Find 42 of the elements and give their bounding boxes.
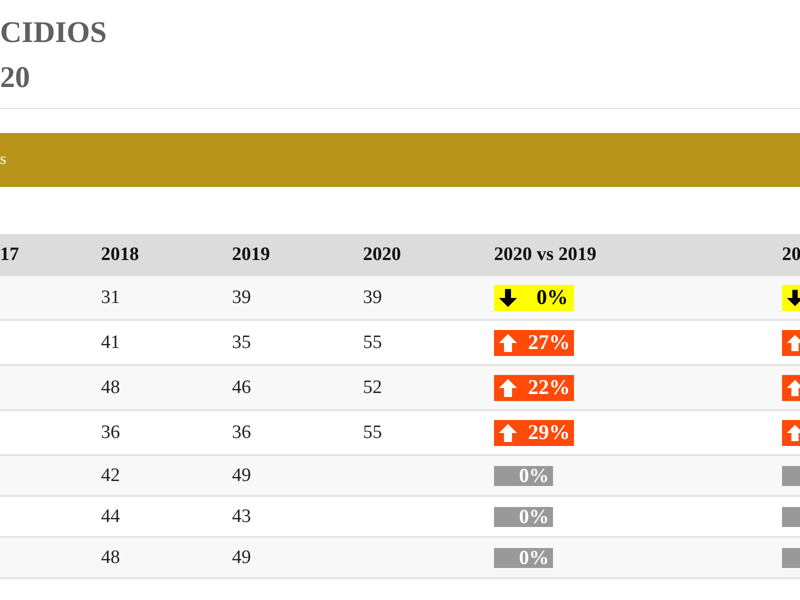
change-badge: 0%	[494, 548, 553, 568]
arrow-up-icon	[786, 422, 800, 442]
table-cell: 36	[232, 422, 251, 442]
arrow-up-icon	[498, 332, 518, 352]
arrow-up-icon	[786, 332, 800, 352]
page-title: CIDIOS	[0, 15, 108, 51]
column-header: 2019	[232, 244, 270, 265]
arrow-up-icon	[786, 378, 800, 398]
column-header: 2020	[363, 244, 401, 265]
table-cell: 39	[232, 286, 251, 308]
banner-text: s	[0, 151, 6, 169]
arrow-down-icon	[786, 288, 800, 308]
table-cell: 52	[363, 376, 382, 398]
table-cell: 41	[101, 332, 120, 352]
column-header: 20	[782, 244, 800, 265]
table-cell: 48	[101, 546, 120, 568]
change-badge: 29%	[494, 420, 574, 446]
column-header: 2020 vs 2019	[494, 244, 596, 265]
table-cell: 48	[101, 376, 120, 398]
arrow-down-icon	[498, 288, 518, 308]
change-badge: 22%	[494, 374, 574, 400]
table-cell: 55	[363, 332, 382, 352]
column-header: 2018	[101, 244, 139, 265]
table-cell: 49	[232, 546, 251, 568]
table-cell: 43	[232, 506, 251, 526]
change-badge: 0%	[494, 284, 574, 310]
change-badge: 0%	[494, 466, 553, 486]
table-cell: 39	[363, 286, 382, 308]
arrow-up-icon	[498, 378, 518, 398]
column-header: 17	[0, 244, 19, 265]
arrow-up-icon	[498, 422, 518, 442]
table-cell: 46	[232, 376, 251, 398]
page-title: 20	[0, 60, 31, 96]
table-cell: 55	[363, 422, 382, 442]
table-cell: 44	[101, 506, 120, 526]
table-cell: 31	[101, 286, 120, 308]
table-cell: 36	[101, 422, 120, 442]
change-badge: 27%	[494, 330, 574, 356]
table-cell: 35	[232, 332, 251, 352]
table-cell: 49	[232, 464, 251, 486]
table-cell: 42	[101, 464, 120, 486]
change-badge: 0%	[494, 507, 553, 528]
